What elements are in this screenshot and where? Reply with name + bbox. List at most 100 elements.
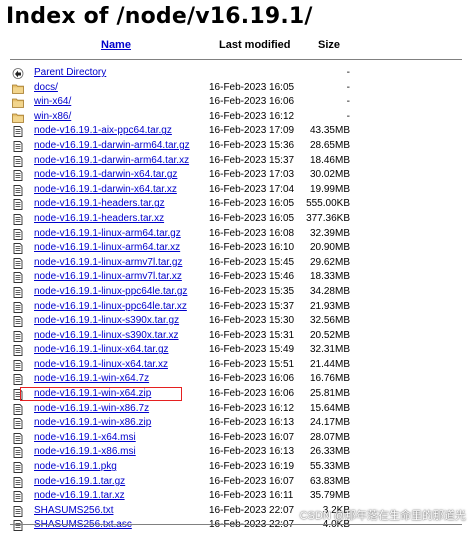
file-link[interactable]: node-v16.19.1-linux-s390x.tar.xz	[34, 329, 179, 344]
file-link[interactable]: node-v16.19.1-linux-ppc64le.tar.gz	[34, 285, 187, 300]
file-row: node-v16.19.1-win-x86.7z 16-Feb-2023 16:1…	[0, 402, 474, 417]
file-link[interactable]: node-v16.19.1-linux-arm64.tar.gz	[34, 227, 181, 242]
file-link[interactable]: node-v16.19.1-darwin-arm64.tar.gz	[34, 139, 190, 154]
size-cell: 43.35MB	[309, 125, 350, 137]
file-link[interactable]: node-v16.19.1-x64.msi	[34, 431, 136, 446]
size-cell: -	[346, 110, 350, 122]
last-modified-cell: 16-Feb-2023 16:13	[209, 446, 295, 458]
file-link[interactable]: node-v16.19.1-x86.msi	[34, 445, 136, 460]
size-cell: 20.90MB	[309, 242, 350, 254]
last-modified-cell: 16-Feb-2023 16:05	[209, 198, 295, 210]
file-row: win-x86/16-Feb-2023 16:12 -	[0, 110, 474, 125]
size-cell: 15.64MB	[309, 402, 350, 414]
file-link[interactable]: node-v16.19.1-win-x64.zip	[34, 387, 151, 402]
last-modified-cell: 16-Feb-2023 16:12	[209, 110, 295, 122]
file-icon	[12, 243, 24, 255]
file-icon	[12, 403, 24, 415]
file-link[interactable]: node-v16.19.1-linux-x64.tar.gz	[34, 343, 169, 358]
file-link[interactable]: node-v16.19.1-linux-x64.tar.xz	[34, 358, 168, 373]
file-icon	[12, 184, 24, 196]
file-icon	[12, 213, 24, 225]
last-modified-cell: 16-Feb-2023 15:49	[209, 344, 295, 356]
folder-icon	[12, 83, 24, 94]
file-link[interactable]: SHASUMS256.txt	[34, 504, 113, 519]
file-row: node-v16.19.1-linux-x64.tar.gz 16-Feb-202…	[0, 343, 474, 358]
size-cell: 32.56MB	[309, 315, 350, 327]
file-link[interactable]: node-v16.19.1.pkg	[34, 460, 117, 475]
last-modified-cell: 16-Feb-2023 16:08	[209, 227, 295, 239]
last-modified-header: Last modified	[219, 39, 291, 51]
last-modified-cell: 16-Feb-2023 16:07	[209, 475, 295, 487]
last-modified-cell: 16-Feb-2023 16:07	[209, 431, 295, 443]
file-row: node-v16.19.1-win-x86.zip 16-Feb-2023 16:…	[0, 416, 474, 431]
file-icon	[12, 286, 24, 298]
size-cell: -	[346, 81, 350, 93]
file-row: win-x64/16-Feb-2023 16:06 -	[0, 95, 474, 110]
file-link[interactable]: node-v16.19.1.tar.xz	[34, 489, 125, 504]
file-icon	[12, 520, 24, 532]
file-row: node-v16.19.1-linux-armv7l.tar.gz 16-Feb-…	[0, 256, 474, 271]
last-modified-cell: 16-Feb-2023 16:19	[209, 461, 295, 473]
file-row: node-v16.19.1-headers.tar.xz 16-Feb-2023 …	[0, 212, 474, 227]
file-icon	[12, 301, 24, 313]
size-cell: -	[346, 67, 350, 78]
file-icon	[12, 476, 24, 488]
folder-link[interactable]: docs/	[34, 81, 58, 96]
last-modified-cell: 16-Feb-2023 16:13	[209, 417, 295, 429]
size-cell: 28.65MB	[309, 139, 350, 151]
file-link[interactable]: node-v16.19.1.tar.gz	[34, 475, 125, 490]
file-link[interactable]: node-v16.19.1-win-x86.7z	[34, 402, 149, 417]
file-link[interactable]: node-v16.19.1-win-x64.7z	[34, 372, 149, 387]
file-icon	[12, 257, 24, 269]
file-icon	[12, 491, 24, 503]
file-row: node-v16.19.1-darwin-arm64.tar.xz 16-Feb-…	[0, 154, 474, 169]
file-icon	[12, 199, 24, 211]
file-icon	[12, 228, 24, 240]
last-modified-cell: 16-Feb-2023 16:06	[209, 388, 295, 400]
file-icon	[12, 447, 24, 459]
sort-by-name-link[interactable]: Name	[101, 39, 131, 51]
last-modified-cell: 16-Feb-2023 17:03	[209, 169, 295, 181]
size-cell: 35.79MB	[309, 490, 350, 502]
file-row: node-v16.19.1-aix-ppc64.tar.gz 16-Feb-202…	[0, 124, 474, 139]
file-link[interactable]: node-v16.19.1-aix-ppc64.tar.gz	[34, 124, 172, 139]
file-link[interactable]: node-v16.19.1-linux-s390x.tar.gz	[34, 314, 179, 329]
last-modified-cell: 16-Feb-2023 16:11	[209, 490, 294, 502]
file-link[interactable]: node-v16.19.1-linux-ppc64le.tar.xz	[34, 300, 187, 315]
file-link[interactable]: node-v16.19.1-darwin-x64.tar.xz	[34, 183, 177, 198]
last-modified-cell: 16-Feb-2023 17:04	[209, 183, 295, 195]
file-icon	[12, 272, 24, 284]
size-cell: 25.81MB	[309, 388, 350, 400]
file-link[interactable]: node-v16.19.1-headers.tar.xz	[34, 212, 164, 227]
parent-directory-link[interactable]: Parent Directory	[34, 66, 106, 81]
last-modified-cell: 16-Feb-2023 16:06	[209, 373, 295, 385]
file-row: node-v16.19.1-headers.tar.gz 16-Feb-2023 …	[0, 197, 474, 212]
file-link[interactable]: node-v16.19.1-linux-armv7l.tar.xz	[34, 270, 182, 285]
file-link[interactable]: SHASUMS256.txt.asc	[34, 518, 132, 533]
file-row: node-v16.19.1-darwin-x64.tar.xz 16-Feb-20…	[0, 183, 474, 198]
file-row: node-v16.19.1-linux-ppc64le.tar.gz 16-Feb…	[0, 285, 474, 300]
last-modified-cell: 16-Feb-2023 15:37	[209, 154, 295, 166]
file-row: node-v16.19.1-x86.msi 16-Feb-2023 16:13 26…	[0, 445, 474, 460]
file-link[interactable]: node-v16.19.1-darwin-x64.tar.gz	[34, 168, 177, 183]
last-modified-cell: 16-Feb-2023 15:45	[209, 256, 295, 268]
file-link[interactable]: node-v16.19.1-linux-arm64.tar.xz	[34, 241, 180, 256]
file-icon	[12, 316, 24, 328]
file-row: node-v16.19.1-linux-ppc64le.tar.xz 16-Feb…	[0, 300, 474, 315]
last-modified-cell: 16-Feb-2023 22:07	[209, 504, 295, 516]
file-link[interactable]: node-v16.19.1-win-x86.zip	[34, 416, 151, 431]
size-cell: -	[346, 96, 350, 108]
file-row: node-v16.19.1-x64.msi 16-Feb-2023 16:07 28…	[0, 431, 474, 446]
file-listing: Parent Directory - docs/16-Feb-2023 16:05 -…	[0, 66, 474, 533]
folder-link[interactable]: win-x64/	[34, 95, 71, 110]
file-link[interactable]: node-v16.19.1-darwin-arm64.tar.xz	[34, 154, 189, 169]
file-icon	[12, 330, 24, 342]
file-link[interactable]: node-v16.19.1-headers.tar.gz	[34, 197, 165, 212]
last-modified-cell: 16-Feb-2023 15:46	[209, 271, 295, 283]
size-cell: 19.99MB	[309, 183, 350, 195]
last-modified-cell: 16-Feb-2023 15:35	[209, 285, 295, 297]
file-row: node-v16.19.1-win-x64.zip 16-Feb-2023 16:…	[0, 387, 474, 402]
folder-icon	[12, 97, 24, 109]
file-link[interactable]: node-v16.19.1-linux-armv7l.tar.gz	[34, 256, 182, 271]
folder-link[interactable]: win-x86/	[34, 110, 71, 125]
